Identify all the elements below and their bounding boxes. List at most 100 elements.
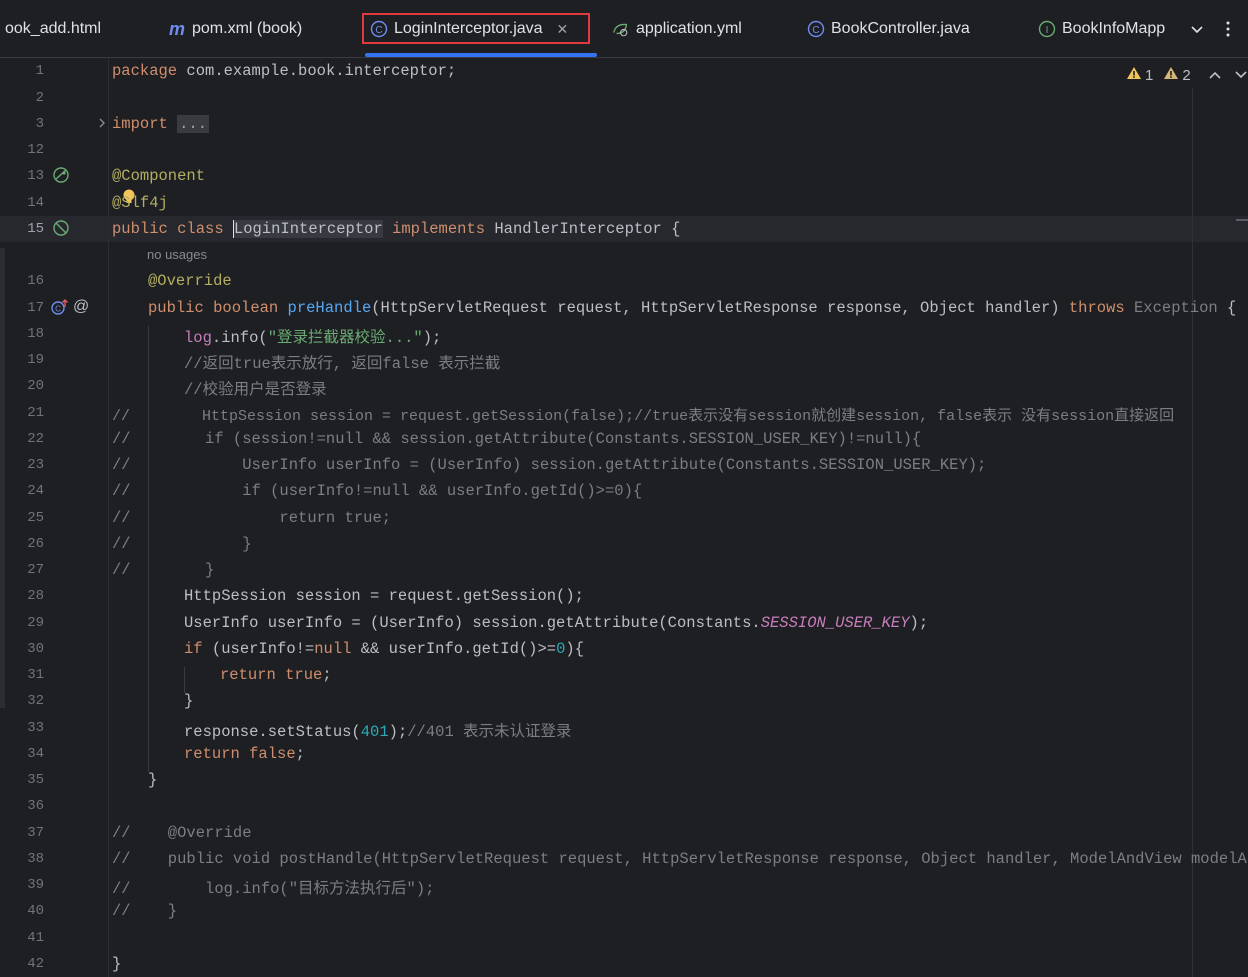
code-line[interactable]: if (userInfo!=null && userInfo.getId()>=… (184, 640, 584, 658)
svg-text:C: C (55, 305, 61, 314)
more-options-icon[interactable] (1224, 0, 1232, 58)
line-number: 40 (27, 903, 44, 919)
line-number: 36 (27, 798, 44, 814)
weak-warning-count: 2 (1182, 66, 1191, 84)
line-number: 41 (27, 930, 44, 946)
warning-count: 1 (1145, 66, 1154, 84)
line-number: 14 (27, 195, 44, 211)
warning-icon (1126, 66, 1142, 84)
left-strip (0, 248, 5, 708)
code-line[interactable]: // log.info("目标方法执行后"); (112, 876, 434, 898)
code-line[interactable]: log.info("登录拦截器校验..."); (184, 325, 441, 347)
tab-pom-xml[interactable]: m pom.xml (book) (168, 0, 302, 58)
chevron-down-icon[interactable] (1235, 67, 1247, 84)
line-number: 16 (27, 273, 44, 289)
tab-book-add-html[interactable]: ook_add.html (5, 0, 101, 58)
line-number: 30 (27, 641, 44, 657)
scrollbar-marker (1236, 219, 1248, 221)
code-line[interactable]: // if (session!=null && session.getAttri… (112, 430, 921, 448)
class-icon: C (807, 20, 825, 38)
line-number: 12 (27, 142, 44, 158)
line-number: 39 (27, 877, 44, 893)
chevron-up-icon[interactable] (1209, 67, 1221, 84)
tab-label: BookController.java (831, 20, 970, 37)
code-line[interactable]: // UserInfo userInfo = (UserInfo) sessio… (112, 456, 986, 474)
code-editor[interactable]: 1 2 1 2 3 12 13 14 15 16 17 18 19 20 21 … (0, 58, 1248, 977)
code-line[interactable]: // @Override (112, 824, 252, 842)
line-number: 18 (27, 326, 44, 342)
tab-book-info-mapper[interactable]: I BookInfoMapp (1038, 0, 1176, 58)
tab-application-yml[interactable]: application.yml (612, 0, 742, 58)
spring-bean-icon[interactable] (52, 219, 69, 236)
code-line[interactable]: // return true; (112, 509, 391, 527)
line-number: 3 (35, 116, 44, 132)
tab-label: ook_add.html (5, 20, 102, 37)
line-number: 26 (27, 536, 44, 552)
weak-warning-icon (1163, 66, 1179, 84)
code-line[interactable]: // public void postHandle(HttpServletReq… (112, 850, 1248, 868)
maven-icon: m (168, 18, 185, 39)
folded-imports[interactable]: ... (177, 115, 210, 133)
code-line[interactable]: @Component (112, 167, 205, 185)
spring-config-icon (612, 20, 630, 38)
tab-label: application.yml (636, 20, 742, 37)
active-tab-underline (365, 53, 597, 57)
code-line[interactable]: //返回true表示放行, 返回false 表示拦截 (184, 351, 500, 373)
code-line[interactable]: @Override (148, 272, 232, 290)
line-number: 19 (27, 352, 44, 368)
line-number: 33 (27, 720, 44, 736)
code-line[interactable]: response.setStatus(401);//401 表示未认证登录 (184, 719, 572, 741)
line-number: 38 (27, 851, 44, 867)
annotation-at-icon[interactable]: @ (73, 298, 89, 315)
code-line[interactable]: return false; (184, 745, 305, 763)
line-number: 35 (27, 772, 44, 788)
editor-tab-bar: ook_add.html m pom.xml (book) C LoginInt… (0, 0, 1248, 58)
line-number: 15 (27, 221, 44, 237)
code-line[interactable]: // if (userInfo!=null && userInfo.getId(… (112, 482, 642, 500)
code-line[interactable]: } (148, 771, 157, 789)
line-number: 24 (27, 483, 44, 499)
code-line[interactable]: @Slf4j (112, 194, 168, 212)
code-line[interactable]: public boolean preHandle(HttpServletRequ… (148, 299, 1236, 317)
fold-expand-icon[interactable] (97, 116, 113, 132)
code-line[interactable]: // } (112, 902, 177, 920)
line-number: 37 (27, 825, 44, 841)
chevron-down-icon[interactable] (1189, 0, 1205, 58)
line-number: 32 (27, 693, 44, 709)
line-number: 28 (27, 588, 44, 604)
code-line[interactable]: return true; (220, 666, 332, 684)
interface-icon: I (1038, 20, 1056, 38)
svg-text:I: I (1046, 25, 1049, 36)
code-line[interactable]: import ... (112, 115, 210, 133)
code-line[interactable]: // } (112, 535, 252, 553)
line-number: 34 (27, 746, 44, 762)
code-line[interactable]: package com.example.book.interceptor; (112, 62, 456, 80)
code-line[interactable]: // } (112, 561, 214, 579)
line-number: 42 (27, 956, 44, 972)
spring-bean-icon[interactable] (52, 166, 69, 183)
inspection-widget[interactable]: 1 2 (1126, 66, 1247, 84)
code-line[interactable]: UserInfo userInfo = (UserInfo) session.g… (184, 614, 928, 632)
gutter-separator (108, 58, 109, 977)
right-margin-guide (1192, 88, 1193, 977)
line-number: 25 (27, 510, 44, 526)
implements-method-icon[interactable]: C (50, 298, 68, 315)
code-line[interactable]: } (112, 955, 121, 973)
tab-label: BookInfoMapp (1062, 20, 1166, 37)
tab-label: pom.xml (book) (192, 20, 303, 37)
line-number: 20 (27, 378, 44, 394)
code-line[interactable]: // HttpSession session = request.getSess… (112, 404, 1174, 425)
line-number: 27 (27, 562, 44, 578)
line-number: 31 (27, 667, 44, 683)
tab-book-controller-java[interactable]: C BookController.java (807, 0, 970, 58)
code-line[interactable]: public class LoginInterceptor implements… (112, 220, 680, 238)
code-vision-hint[interactable]: no usages (147, 247, 207, 262)
line-number: 17 (27, 300, 44, 316)
line-number: 29 (27, 615, 44, 631)
indent-guide (184, 667, 185, 693)
active-tab-highlight (362, 13, 590, 44)
code-line[interactable]: //校验用户是否登录 (184, 377, 327, 399)
line-number: 22 (27, 431, 44, 447)
code-line[interactable]: HttpSession session = request.getSession… (184, 587, 584, 605)
code-line[interactable]: } (184, 692, 193, 710)
